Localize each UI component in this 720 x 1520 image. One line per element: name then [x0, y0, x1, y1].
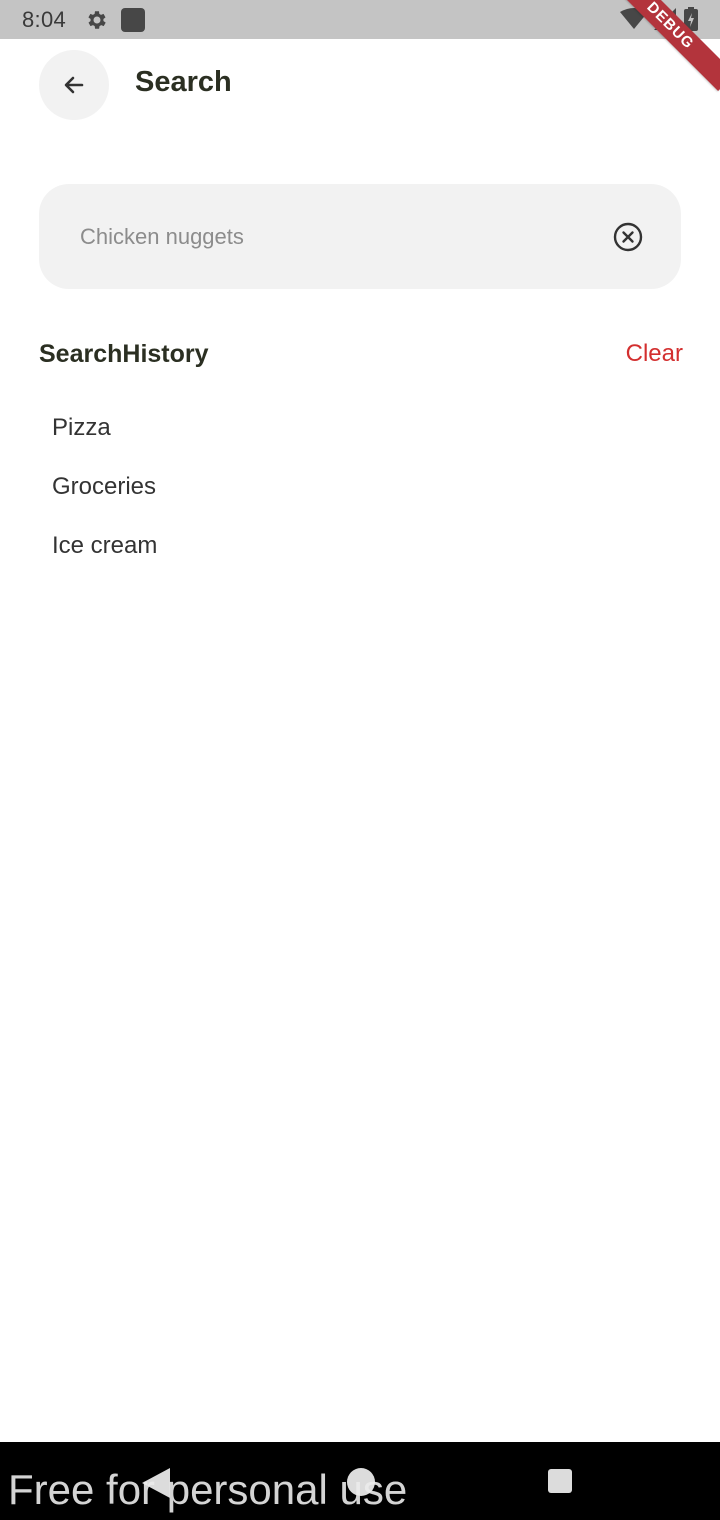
- circle-x-icon[interactable]: [612, 221, 644, 253]
- nav-recents-icon[interactable]: [548, 1469, 572, 1493]
- back-button[interactable]: [39, 50, 109, 120]
- page-title: Search: [135, 66, 232, 98]
- history-item[interactable]: Ice cream: [52, 532, 157, 560]
- arrow-left-icon: [64, 76, 84, 94]
- search-field[interactable]: [39, 184, 681, 289]
- search-input[interactable]: [78, 214, 602, 260]
- system-nav-bar: [0, 1442, 720, 1520]
- search-screen: 8:04 DEBUG Search SearchHistor: [0, 0, 720, 1520]
- nav-home-icon[interactable]: [347, 1468, 375, 1496]
- clear-history-button[interactable]: Clear: [626, 340, 683, 368]
- gear-icon: [88, 11, 106, 29]
- search-history-title: SearchHistory: [39, 340, 209, 368]
- status-time: 8:04: [22, 7, 67, 32]
- status-bar: 8:04: [0, 0, 720, 39]
- history-item[interactable]: Groceries: [52, 473, 156, 501]
- app-square-icon: [121, 8, 145, 32]
- history-item[interactable]: Pizza: [52, 414, 111, 442]
- nav-back-icon[interactable]: [140, 1468, 174, 1498]
